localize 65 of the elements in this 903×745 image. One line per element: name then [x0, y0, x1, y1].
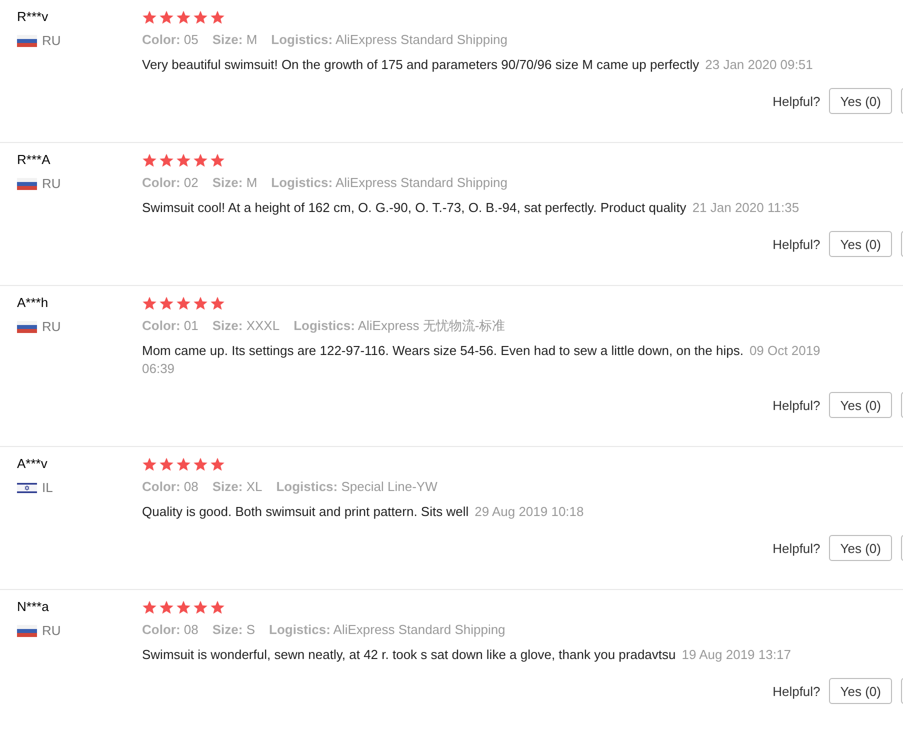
yes-vote-button[interactable]: Yes (0): [829, 231, 892, 257]
size-attribute: Size: M: [212, 31, 258, 49]
country-code: IL: [42, 479, 53, 497]
star-icon: [176, 296, 191, 311]
helpful-label: Helpful?: [772, 684, 820, 698]
star-icon: [159, 153, 174, 168]
star-icon: [210, 600, 225, 615]
star-icon: [159, 296, 174, 311]
star-icon: [210, 457, 225, 472]
helpful-label: Helpful?: [772, 398, 820, 412]
country-code: RU: [42, 175, 61, 193]
star-icon: [193, 457, 208, 472]
logistics-attribute: Logistics: AliExpress Standard Shipping: [271, 174, 508, 192]
reviewer-name: R***A: [17, 151, 52, 169]
country-code: RU: [42, 622, 61, 640]
country-code: RU: [42, 32, 61, 50]
color-attribute: Color: 08: [142, 621, 198, 639]
star-icon: [176, 457, 191, 472]
star-icon: [142, 10, 157, 25]
helpful-label: Helpful?: [772, 540, 820, 556]
star-icon: [159, 600, 174, 615]
size-attribute: Size: XL: [212, 478, 262, 496]
review-text: Mom came up. Its settings are 122-97-116. Wears size 54-56. Even had to sew a little down, on the hips. 09 Oct 2019 06:39: [142, 342, 822, 378]
star-icon: [142, 600, 157, 615]
star-icon: [176, 600, 191, 615]
star-icon: [159, 10, 174, 25]
review-text: Swimsuit is wonderful, sewn neatly, at 42 r. took s sat down like a glove, thank you pradavtsu 19 Aug 2019 13:17: [142, 646, 792, 664]
yes-vote-button[interactable]: Yes (0): [829, 678, 892, 704]
review-text: Swimsuit cool! At a height of 162 cm, O. G.-90, O. T.-73, O. B.-94, sat perfectly. Product quality 21 Jan 2020 11:35: [142, 199, 800, 217]
yes-vote-button[interactable]: Yes (0): [829, 88, 892, 114]
country-code: RU: [42, 318, 61, 336]
reviewer-name: R***v: [17, 8, 50, 26]
logistics-attribute: Logistics: AliExpress Standard Shipping: [269, 621, 506, 639]
review-text: Very beautiful swimsuit! On the growth of 175 and parameters 90/70/96 size M came up perfectly 23 Jan 2020 09:51: [142, 56, 814, 74]
star-icon: [142, 153, 157, 168]
star-icon: [176, 153, 191, 168]
color-attribute: Color: 02: [142, 174, 198, 192]
star-icon: [193, 296, 208, 311]
logistics-attribute: Logistics: Special Line-YW: [276, 478, 438, 496]
star-icon: [142, 296, 157, 311]
star-icon: [193, 153, 208, 168]
star-icon: [210, 296, 225, 311]
logistics-attribute: Logistics: AliExpress 无忧物流-标准: [294, 317, 506, 335]
star-icon: [159, 457, 174, 472]
star-icon: [193, 10, 208, 25]
star-icon: [142, 457, 157, 472]
star-icon: [210, 10, 225, 25]
yes-vote-button[interactable]: Yes (0): [829, 535, 892, 561]
helpful-label: Helpful?: [772, 94, 820, 108]
color-attribute: Color: 01: [142, 317, 198, 335]
reviewer-name: N***a: [17, 598, 50, 616]
reviewer-name: A***h: [17, 294, 50, 312]
reviewer-name: A***v: [17, 455, 48, 473]
size-attribute: Size: M: [212, 174, 258, 192]
helpful-label: Helpful?: [772, 236, 820, 252]
star-icon: [176, 10, 191, 25]
size-attribute: Size: S: [212, 621, 255, 639]
star-icon: [210, 153, 225, 168]
star-icon: [193, 600, 208, 615]
yes-vote-button[interactable]: Yes (0): [829, 392, 892, 418]
color-attribute: Color: 08: [142, 478, 198, 496]
color-attribute: Color: 05: [142, 31, 198, 49]
review-text: Quality is good. Both swimsuit and print pattern. Sits well 29 Aug 2019 10:18: [142, 503, 585, 521]
size-attribute: Size: XXXL: [212, 317, 280, 335]
logistics-attribute: Logistics: AliExpress Standard Shipping: [271, 31, 508, 49]
